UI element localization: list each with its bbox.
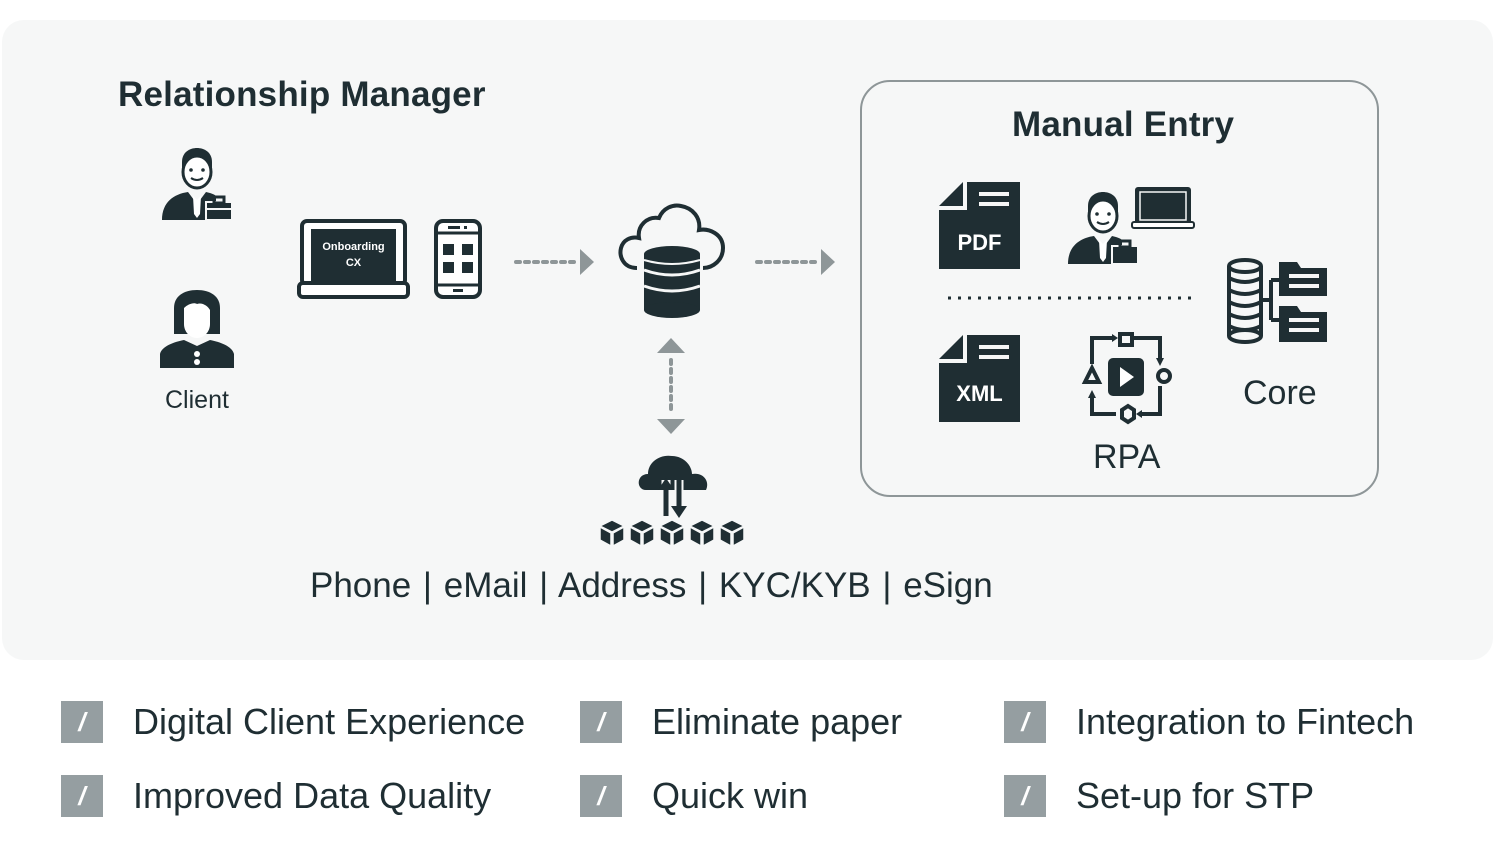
benefit-label: Improved Data Quality <box>133 775 492 816</box>
core-system-icon[interactable] <box>1227 258 1329 344</box>
benefit-item: / Integration to Fintech <box>1004 700 1414 744</box>
xml-document[interactable]: XML <box>939 335 1020 422</box>
benefit-item: / Quick win <box>580 774 808 818</box>
data-sources-list: Phone | eMail | Address | KYC/KYB | eSig… <box>310 566 993 605</box>
slash-badge-icon: / <box>580 775 622 817</box>
bidirectional-arrow <box>657 338 685 434</box>
relationship-manager-icon <box>162 148 233 221</box>
slash-badge-icon: / <box>1004 701 1046 743</box>
slash-badge-icon: / <box>1004 775 1046 817</box>
rpa-label: RPA <box>1093 438 1161 476</box>
benefit-label: Set-up for STP <box>1076 775 1315 816</box>
slash-badge-icon: / <box>61 775 103 817</box>
benefit-item: / Digital Client Experience <box>61 700 525 744</box>
laptop-screen-line1: Onboarding <box>322 241 385 253</box>
arrow-to-manual-entry <box>755 249 835 275</box>
benefit-label: Eliminate paper <box>652 701 903 742</box>
benefit-label: Integration to Fintech <box>1076 701 1415 742</box>
relationship-manager-title: Relationship Manager <box>118 75 486 114</box>
slash-badge-icon: / <box>61 701 103 743</box>
benefit-label: Quick win <box>652 775 809 816</box>
cloud-database-icon[interactable] <box>617 202 727 318</box>
cloud-sync-blocks-icon[interactable] <box>598 452 746 548</box>
core-label: Core <box>1243 374 1317 412</box>
operator-at-laptop-icon <box>1068 187 1195 265</box>
benefit-item: / Eliminate paper <box>580 700 902 744</box>
pdf-document[interactable]: PDF <box>939 182 1020 269</box>
xml-label: XML <box>956 381 1003 406</box>
benefit-item: / Improved Data Quality <box>61 774 491 818</box>
manual-entry-title: Manual Entry <box>1012 105 1235 144</box>
rpa-automation-icon[interactable] <box>1081 332 1172 425</box>
laptop-screen-line2: CX <box>345 257 362 269</box>
slash-badge-icon: / <box>580 701 622 743</box>
pdf-label: PDF <box>957 230 1002 255</box>
dotted-divider <box>948 296 1192 300</box>
xml-file-icon <box>939 335 1020 422</box>
benefit-label: Digital Client Experience <box>133 701 526 742</box>
arrow-to-cloud <box>514 249 594 275</box>
benefit-item: / Set-up for STP <box>1004 774 1314 818</box>
client-label: Client <box>165 386 229 414</box>
onboarding-laptop[interactable]: Onboarding CX <box>297 219 410 299</box>
client-icon <box>160 290 234 368</box>
smartphone-app-icon[interactable] <box>434 219 482 299</box>
